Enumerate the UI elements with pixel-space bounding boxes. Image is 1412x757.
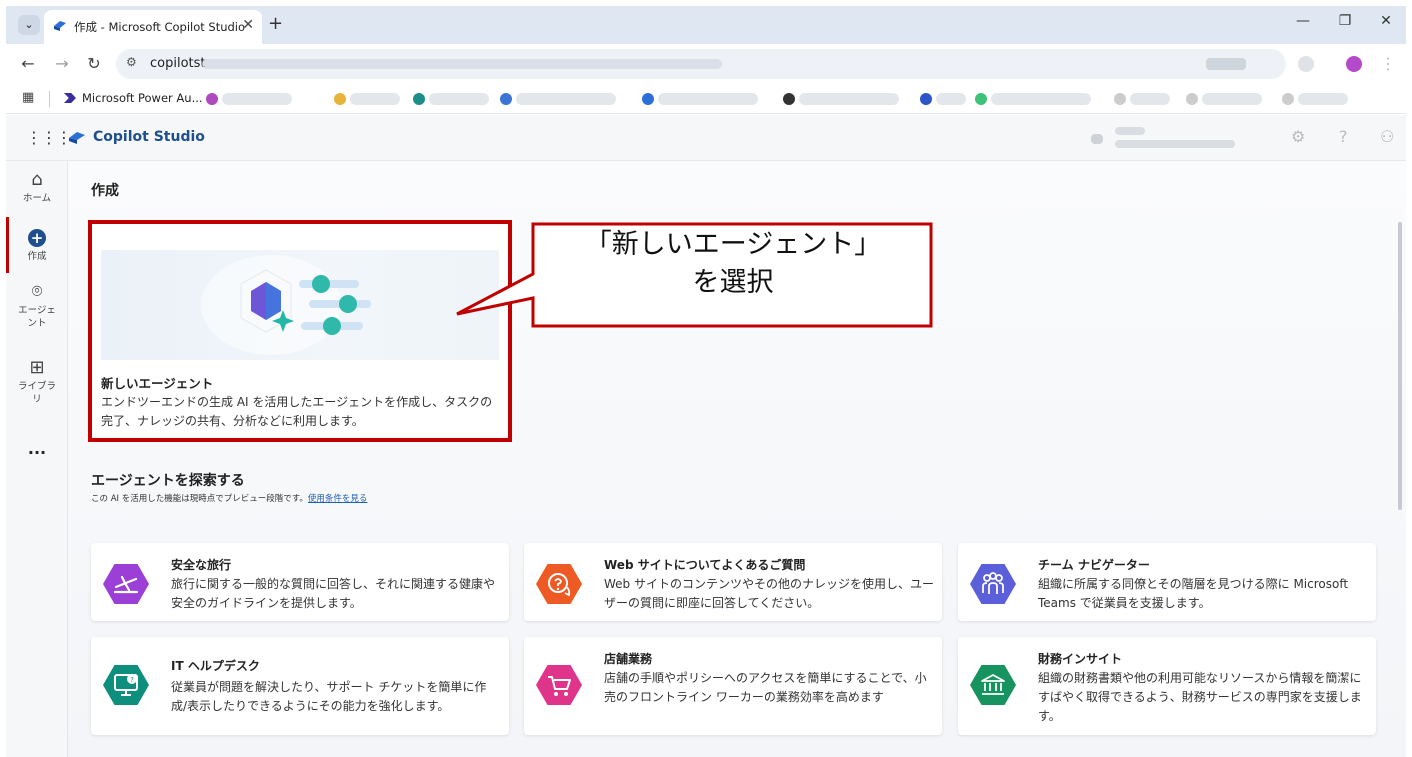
airplane-icon bbox=[103, 564, 149, 604]
callout-text: 「新しいエージェント」 を選択 bbox=[584, 229, 882, 298]
restore-icon[interactable]: ❐ bbox=[1330, 13, 1360, 29]
help-icon[interactable]: ? bbox=[1339, 127, 1348, 146]
bookmark-redacted[interactable] bbox=[1282, 93, 1348, 105]
people-icon bbox=[970, 564, 1016, 604]
settings-gear-icon[interactable]: ⚙ bbox=[1291, 127, 1305, 146]
back-arrow-icon[interactable]: ← bbox=[18, 54, 38, 73]
nav-create[interactable]: + 作成 bbox=[6, 227, 68, 263]
new-agent-description: エンドツーエンドの生成 AI を活用したエージェントを作成し、タスクの完了、ナレ… bbox=[101, 395, 493, 428]
nav-agents[interactable]: ⌾ エージェ ント bbox=[6, 281, 68, 330]
tab-title: 作成 - Microsoft Copilot Studio bbox=[74, 20, 246, 34]
bookmark-redacted[interactable] bbox=[413, 93, 489, 105]
browser-tab-bar: ⌄ 作成 - Microsoft Copilot Studio ✕ + — ❐ … bbox=[6, 6, 1406, 44]
bookmark-redacted[interactable] bbox=[1186, 93, 1262, 105]
bookmarks-bar: ▦ Microsoft Power Au... bbox=[6, 84, 1406, 114]
agent-icon: ⌾ bbox=[31, 281, 43, 302]
url-redacted bbox=[202, 59, 722, 69]
url-text: copilotst bbox=[150, 56, 206, 71]
bookmark-redacted[interactable] bbox=[975, 93, 1091, 105]
more-dots-icon: ... bbox=[27, 439, 47, 458]
explore-agents-heading: エージェントを探索する bbox=[91, 473, 245, 489]
omnibox-actions-redacted bbox=[1206, 58, 1246, 70]
address-toolbar: ← → ↻ ⚙ copilotst ⋮ bbox=[6, 44, 1406, 84]
template-card-store-operations[interactable]: 店舗業務 店舗の手順やポリシーへのアクセスを簡単にすることで、小売のフロントライ… bbox=[524, 637, 942, 735]
new-agent-card[interactable]: 新しいエージェント エンドツーエンドの生成 AI を活用したエージェントを作成し… bbox=[91, 223, 509, 436]
new-tab-button[interactable]: + bbox=[268, 13, 283, 34]
account-icon[interactable]: ⚇ bbox=[1380, 127, 1394, 146]
bookmarks-divider bbox=[49, 91, 50, 107]
explore-preview-notice: この AI を活用した機能は現時点でプレビュー段階です。使用条件を見る bbox=[91, 494, 368, 504]
browser-menu-icon[interactable]: ⋮ bbox=[1378, 54, 1398, 73]
power-automate-icon bbox=[64, 93, 76, 103]
page-scrollbar[interactable] bbox=[1398, 222, 1402, 510]
page-title: 作成 bbox=[91, 183, 119, 199]
bank-icon bbox=[970, 665, 1016, 705]
bookmark-power-automate[interactable]: Microsoft Power Au... bbox=[64, 91, 203, 105]
template-card-team-navigator[interactable]: チーム ナビゲーター 組織に所属する同僚とその階層を見つける際に Microso… bbox=[958, 543, 1376, 621]
agent-hexagon-illustration-icon bbox=[201, 255, 371, 355]
reload-icon[interactable]: ↻ bbox=[84, 54, 104, 73]
extension-icon[interactable] bbox=[1298, 56, 1314, 72]
browser-tab-active[interactable]: 作成 - Microsoft Copilot Studio ✕ bbox=[44, 10, 262, 44]
bookmark-redacted[interactable] bbox=[334, 93, 400, 105]
shopping-cart-icon bbox=[536, 665, 582, 705]
bookmark-redacted[interactable] bbox=[920, 93, 966, 105]
minimize-icon[interactable]: — bbox=[1288, 13, 1318, 29]
template-card-financial-insights[interactable]: 財務インサイト 組織の財務書類や他の利用可能なリソースから情報を簡潔にすばやく取… bbox=[958, 637, 1376, 735]
forward-arrow-icon[interactable]: → bbox=[52, 54, 72, 73]
terms-of-use-link[interactable]: 使用条件を見る bbox=[308, 494, 368, 504]
new-agent-title: 新しいエージェント bbox=[101, 376, 214, 391]
template-card-safe-travel[interactable]: 安全な旅行 旅行に関する一般的な質問に回答し、それに関連する健康や安全のガイドラ… bbox=[91, 543, 509, 621]
bookmark-redacted[interactable] bbox=[500, 93, 616, 105]
environment-selector-redacted[interactable] bbox=[1091, 125, 1241, 151]
app-launcher-icon[interactable]: ⋮⋮⋮ bbox=[26, 128, 72, 147]
add-circle-icon: + bbox=[28, 229, 46, 247]
home-icon: ⌂ bbox=[31, 169, 43, 190]
left-navigation-rail: ⌂ ホーム + 作成 ⌾ エージェ ント ⊞ ライブラ リ ... bbox=[6, 161, 68, 757]
bookmark-redacted[interactable] bbox=[1114, 93, 1170, 105]
library-grid-icon: ⊞ bbox=[29, 357, 45, 378]
monitor-help-icon: ? bbox=[103, 665, 149, 705]
template-card-website-faq[interactable]: Web サイトについてよくあるご質問 Web サイトのコンテンツやその他のナレッ… bbox=[524, 543, 942, 621]
copilot-studio-logo-icon bbox=[69, 132, 85, 144]
svg-text:?: ? bbox=[130, 676, 134, 684]
app-header: ⋮⋮⋮ Copilot Studio ⚙ ? ⚇ bbox=[6, 115, 1406, 161]
app-name[interactable]: Copilot Studio bbox=[93, 129, 205, 145]
copilot-studio-favicon-icon bbox=[54, 21, 66, 31]
window-close-icon[interactable]: ✕ bbox=[1371, 13, 1401, 29]
site-info-icon[interactable]: ⚙ bbox=[126, 55, 137, 69]
nav-home[interactable]: ⌂ ホーム bbox=[6, 169, 68, 205]
annotation-callout: 「新しいエージェント」 を選択 bbox=[455, 222, 935, 330]
bookmark-redacted[interactable] bbox=[642, 93, 758, 105]
apps-grid-icon[interactable]: ▦ bbox=[22, 90, 34, 105]
question-chat-icon bbox=[536, 564, 582, 604]
bookmark-redacted[interactable] bbox=[783, 93, 899, 105]
tab-search-button[interactable]: ⌄ bbox=[18, 15, 40, 35]
nav-more-button[interactable]: ... bbox=[6, 439, 68, 458]
bookmark-redacted[interactable] bbox=[206, 93, 292, 105]
profile-avatar[interactable] bbox=[1346, 56, 1362, 72]
template-card-it-helpdesk[interactable]: ? IT ヘルプデスク 従業員が問題を解決したり、サポート チケットを簡単に作成… bbox=[91, 637, 509, 735]
new-agent-illustration bbox=[101, 250, 499, 360]
url-input[interactable]: ⚙ copilotst bbox=[116, 49, 1286, 79]
tab-close-icon[interactable]: ✕ bbox=[242, 17, 254, 33]
nav-library[interactable]: ⊞ ライブラ リ bbox=[6, 357, 68, 406]
